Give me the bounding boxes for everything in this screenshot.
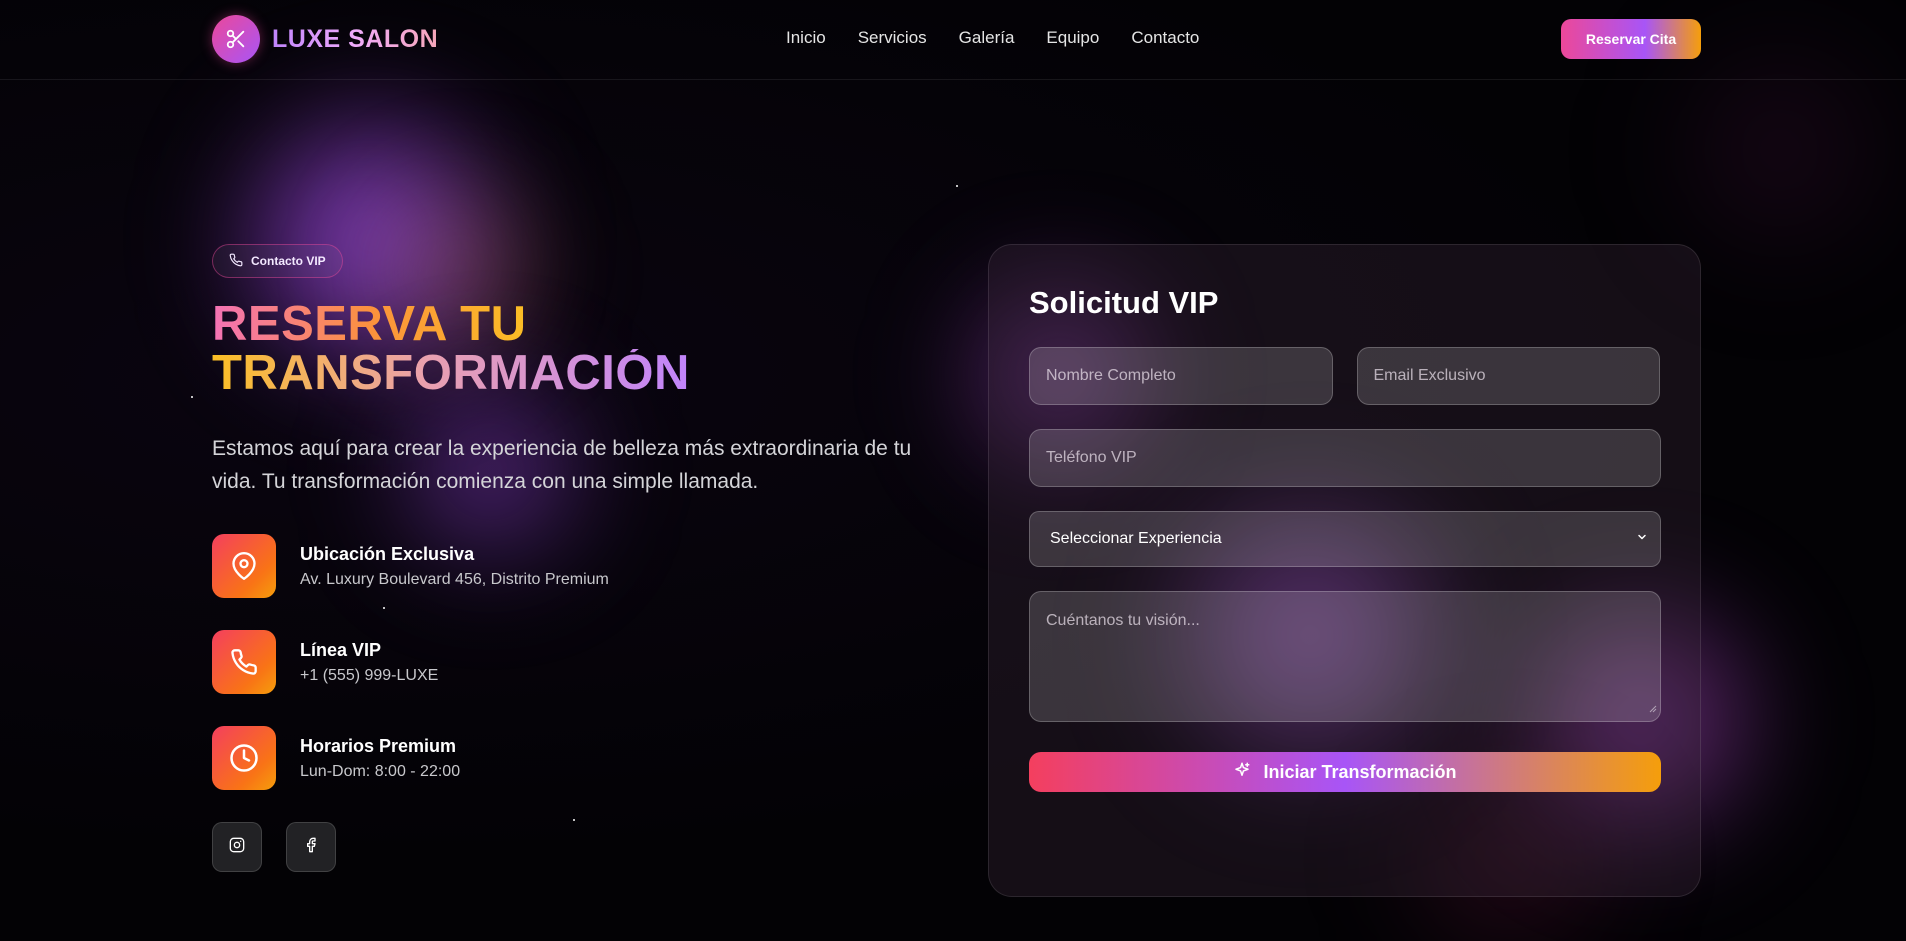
nav-link-contacto[interactable]: Contacto (1131, 28, 1199, 48)
submit-button[interactable]: Iniciar Transformación (1029, 752, 1661, 792)
star-dot (191, 396, 193, 398)
instagram-icon (229, 837, 245, 858)
top-navbar: LUXE SALON Inicio Servicios Galería Equi… (0, 0, 1906, 80)
nav-link-galeria[interactable]: Galería (959, 28, 1015, 48)
nav-link-inicio[interactable]: Inicio (786, 28, 826, 48)
phone-icon (229, 253, 243, 270)
contact-info-detail[interactable]: +1 (555) 999-LUXE (300, 667, 438, 685)
contact-info-detail: Lun-Dom: 8:00 - 22:00 (300, 762, 461, 780)
message-placeholder: Cuéntanos tu visión... (1046, 612, 1200, 629)
social-links (212, 822, 932, 872)
headline-line-2: TRANSFORMACIÓN (212, 349, 692, 398)
vip-request-form: Solicitud VIP Seleccionar Experiencia Cu… (988, 244, 1701, 897)
experience-select-value: Seleccionar Experiencia (1050, 530, 1222, 547)
facebook-button[interactable] (286, 822, 336, 872)
chevron-down-icon (1636, 530, 1648, 548)
phone-field[interactable] (1029, 429, 1661, 487)
contact-info-location: Ubicación Exclusiva Av. Luxury Boulevard… (212, 534, 932, 598)
phone-icon (212, 630, 276, 694)
contact-info-detail: Av. Luxury Boulevard 456, Distrito Premi… (300, 570, 609, 588)
brand-logo[interactable]: LUXE SALON (212, 15, 438, 63)
reserve-appointment-button[interactable]: Reservar Cita (1561, 19, 1701, 59)
scissors-icon (212, 15, 260, 63)
contact-info-title: Horarios Premium (300, 735, 457, 756)
star-dot (956, 185, 958, 187)
facebook-icon (303, 837, 319, 858)
email-field[interactable] (1356, 347, 1660, 405)
instagram-button[interactable] (212, 822, 262, 872)
contact-info-phone: Línea VIP +1 (555) 999-LUXE (212, 630, 932, 694)
name-field[interactable] (1029, 347, 1333, 405)
contact-info-title: Ubicación Exclusiva (300, 543, 475, 564)
vip-contact-badge: Contacto VIP (212, 244, 343, 278)
headline-line-1: RESERVA TU (212, 300, 532, 349)
form-title: Solicitud VIP (1029, 285, 1219, 320)
contact-info-list: Ubicación Exclusiva Av. Luxury Boulevard… (212, 534, 932, 790)
contact-info-title: Línea VIP (300, 639, 382, 660)
brand-name: LUXE SALON (272, 24, 439, 53)
submit-label: Iniciar Transformación (1263, 761, 1457, 782)
main-nav: Inicio Servicios Galería Equipo Contacto (786, 28, 1199, 48)
contact-hero: Contacto VIP RESERVA TU TRANSFORMACIÓN E… (212, 244, 932, 872)
resize-handle-icon[interactable] (1649, 700, 1657, 718)
nav-link-servicios[interactable]: Servicios (858, 28, 927, 48)
page-title: RESERVA TU TRANSFORMACIÓN (212, 300, 932, 398)
message-textarea[interactable]: Cuéntanos tu visión... (1029, 591, 1661, 722)
experience-select[interactable]: Seleccionar Experiencia (1029, 511, 1661, 567)
nav-link-equipo[interactable]: Equipo (1046, 28, 1099, 48)
hero-description: Estamos aquí para crear la experiencia d… (212, 437, 912, 493)
badge-label: Contacto VIP (251, 254, 326, 268)
location-pin-icon (212, 534, 276, 598)
sparkle-icon (1233, 761, 1251, 784)
clock-icon (212, 726, 276, 790)
contact-info-hours: Horarios Premium Lun-Dom: 8:00 - 22:00 (212, 726, 932, 790)
